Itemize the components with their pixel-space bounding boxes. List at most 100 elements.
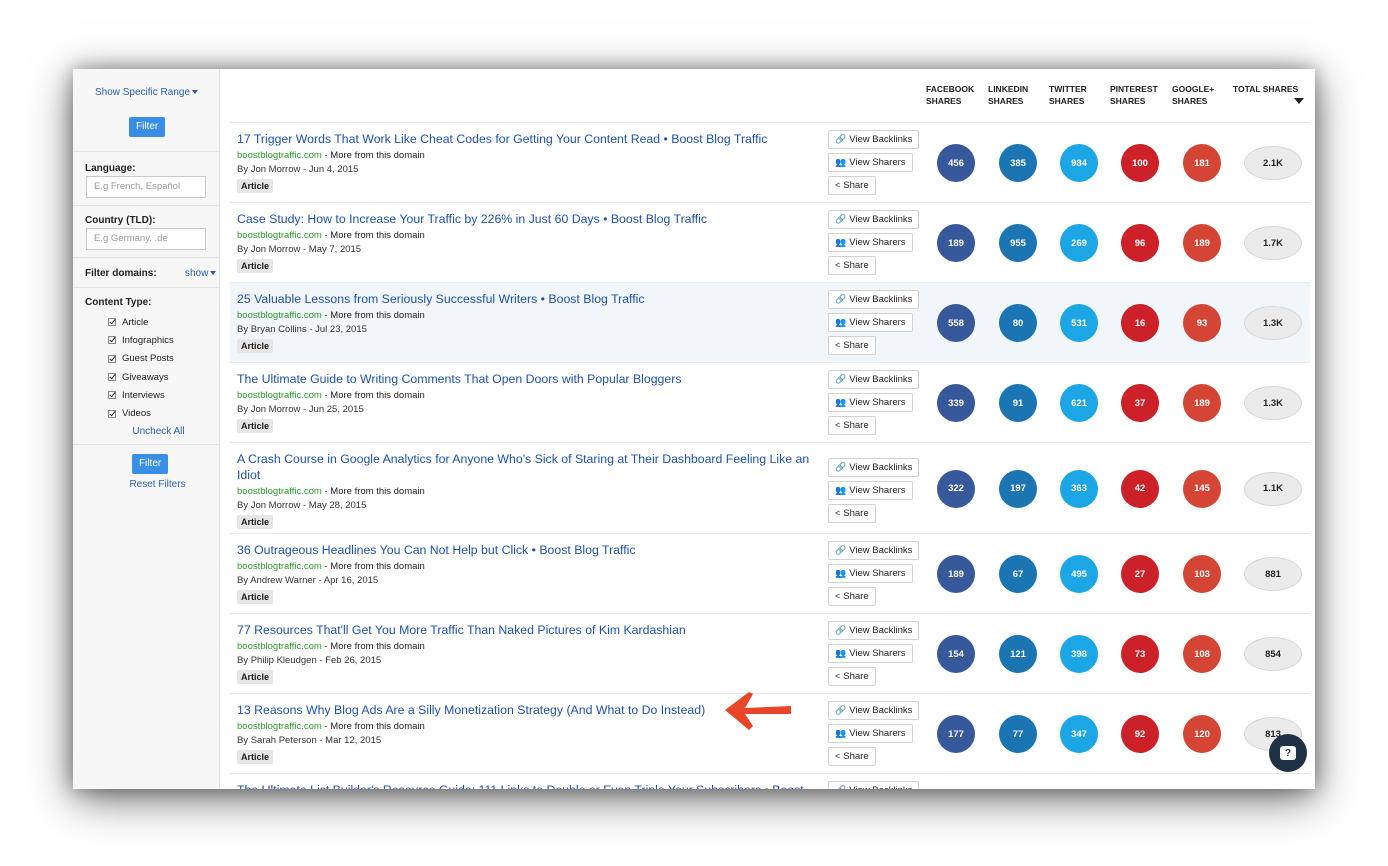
checkbox-checked-icon[interactable] [108,354,116,363]
action-label: View Backlinks [849,294,913,305]
view-sharers-button[interactable]: 👥 View Sharers [828,644,913,663]
col-pinterest-shares[interactable]: PINTEREST SHARES [1110,84,1158,107]
country-input[interactable]: E.g Germany, .de [86,228,206,250]
action-label: View Sharers [849,485,906,496]
domain-link[interactable]: boostblogtraffic.com [237,721,322,732]
show-specific-range-dropdown[interactable]: Show Specific Range [73,87,220,98]
more-from-domain-link[interactable]: - More from this domain [324,721,424,732]
action-label: View Sharers [849,728,906,739]
result-row: The Ultimate List Builder's Resource Gui… [230,773,1310,789]
help-chat-button[interactable]: ? [1269,734,1307,772]
content-type-guest-posts[interactable]: Guest Posts [108,350,174,368]
article-title-link[interactable]: Case Study: How to Increase Your Traffic… [237,211,822,227]
content-type-list: Article Infographics Guest Posts Giveawa… [108,313,174,423]
show-domains-toggle[interactable]: show [185,268,217,279]
view-sharers-button[interactable]: 👥 View Sharers [828,233,913,252]
more-from-domain-link[interactable]: - More from this domain [324,230,424,241]
domain-link[interactable]: boostblogtraffic.com [237,641,322,652]
share-button[interactable]: < Share [828,667,876,686]
view-sharers-button[interactable]: 👥 View Sharers [828,393,913,412]
view-sharers-button[interactable]: 👥 View Sharers [828,313,913,332]
linkedin-shares-count: 197 [999,469,1037,508]
view-backlinks-button[interactable]: 🔗View Backlinks [828,701,920,720]
view-backlinks-button[interactable]: 🔗View Backlinks [828,621,920,640]
result-row: The Ultimate Guide to Writing Comments T… [230,362,1310,442]
content-type-infographics[interactable]: Infographics [108,331,174,349]
article-title-link[interactable]: The Ultimate Guide to Writing Comments T… [237,371,822,387]
article-title-link[interactable]: 25 Valuable Lessons from Seriously Succe… [237,291,822,307]
view-sharers-button[interactable]: 👥 View Sharers [828,153,913,172]
more-from-domain-link[interactable]: - More from this domain [324,561,424,572]
action-label: Share [843,591,869,602]
checkbox-checked-icon[interactable] [108,336,116,345]
view-backlinks-button[interactable]: 🔗View Backlinks [828,130,920,149]
filter-button-bottom[interactable]: Filter [132,454,169,474]
col-facebook-shares[interactable]: FACEBOOK SHARES [926,84,974,107]
checkbox-checked-icon[interactable] [108,373,116,382]
content-type-article[interactable]: Article [108,313,174,331]
filter-button-top[interactable]: Filter [129,117,166,137]
facebook-shares-count: 154 [937,635,975,673]
article-title-link[interactable]: 17 Trigger Words That Work Like Cheat Co… [237,131,822,147]
share-button[interactable]: < Share [828,747,876,766]
content-type-videos[interactable]: Videos [108,404,174,422]
content-type-giveaways[interactable]: Giveaways [108,368,174,386]
col-twitter-shares[interactable]: TWITTER SHARES [1049,84,1087,107]
checkbox-checked-icon[interactable] [108,409,116,418]
domain-link[interactable]: boostblogtraffic.com [237,390,322,401]
checkbox-checked-icon[interactable] [108,318,116,327]
share-button[interactable]: < Share [828,416,876,435]
domain-link[interactable]: boostblogtraffic.com [237,310,322,321]
view-backlinks-button[interactable]: 🔗View Backlinks [828,781,920,789]
view-backlinks-button[interactable]: 🔗View Backlinks [828,370,920,389]
content-type-label: Guest Posts [122,353,174,365]
view-sharers-button[interactable]: 👥 View Sharers [828,481,913,500]
domain-line: boostblogtraffic.com - More from this do… [237,561,425,572]
view-backlinks-button[interactable]: 🔗View Backlinks [828,458,920,477]
view-backlinks-button[interactable]: 🔗View Backlinks [828,210,920,229]
article-title-link[interactable]: 77 Resources That'll Get You More Traffi… [237,622,822,638]
sort-desc-icon[interactable] [1294,98,1304,104]
link-icon: 🔗 [835,705,847,715]
domain-link[interactable]: boostblogtraffic.com [237,150,322,161]
uncheck-all-link[interactable]: Uncheck All [85,426,232,437]
content-type-badge: Article [237,750,274,764]
content-type-interviews[interactable]: Interviews [108,386,174,404]
twitter-shares-count: 984 [1060,144,1098,182]
more-from-domain-link[interactable]: - More from this domain [324,486,424,497]
users-icon: 👥 [835,237,847,247]
pinterest-shares-count: 73 [1121,635,1159,673]
share-button[interactable]: < Share [828,256,876,275]
view-sharers-button[interactable]: 👥 View Sharers [828,724,913,743]
col-linkedin-shares[interactable]: LINKEDIN SHARES [988,84,1028,107]
view-backlinks-button[interactable]: 🔗View Backlinks [828,290,920,309]
view-sharers-button[interactable]: 👥 View Sharers [828,564,913,583]
more-from-domain-link[interactable]: - More from this domain [324,641,424,652]
domain-link[interactable]: boostblogtraffic.com [237,230,322,241]
more-from-domain-link[interactable]: - More from this domain [324,310,424,321]
domain-link[interactable]: boostblogtraffic.com [237,486,322,497]
article-title-link[interactable]: 36 Outrageous Headlines You Can Not Help… [237,542,822,558]
checkbox-checked-icon[interactable] [108,391,116,400]
action-label: View Sharers [849,157,906,168]
article-title-link[interactable]: The Ultimate List Builder's Resource Gui… [237,782,822,789]
share-button[interactable]: < Share [828,504,876,523]
googleplus-shares-count: 145 [1183,469,1221,508]
col-googleplus-shares[interactable]: GOOGLE+ SHARES [1172,84,1214,107]
reset-filters-link[interactable]: Reset Filters [84,479,231,490]
action-label: Share [843,180,869,191]
facebook-shares-count: 189 [937,555,975,593]
share-icon: < [835,260,841,270]
col-total-shares[interactable]: TOTAL SHARES [1233,84,1298,96]
twitter-shares-count: 347 [1060,715,1098,753]
share-button[interactable]: < Share [828,176,876,195]
share-button[interactable]: < Share [828,587,876,606]
language-input[interactable]: E.g French, Español [86,176,206,198]
more-from-domain-link[interactable]: - More from this domain [324,390,424,401]
article-title-link[interactable]: A Crash Course in Google Analytics for A… [237,451,822,483]
domain-link[interactable]: boostblogtraffic.com [237,561,322,572]
view-backlinks-button[interactable]: 🔗View Backlinks [828,541,920,560]
divider [73,444,220,445]
more-from-domain-link[interactable]: - More from this domain [324,150,424,161]
share-button[interactable]: < Share [828,336,876,355]
